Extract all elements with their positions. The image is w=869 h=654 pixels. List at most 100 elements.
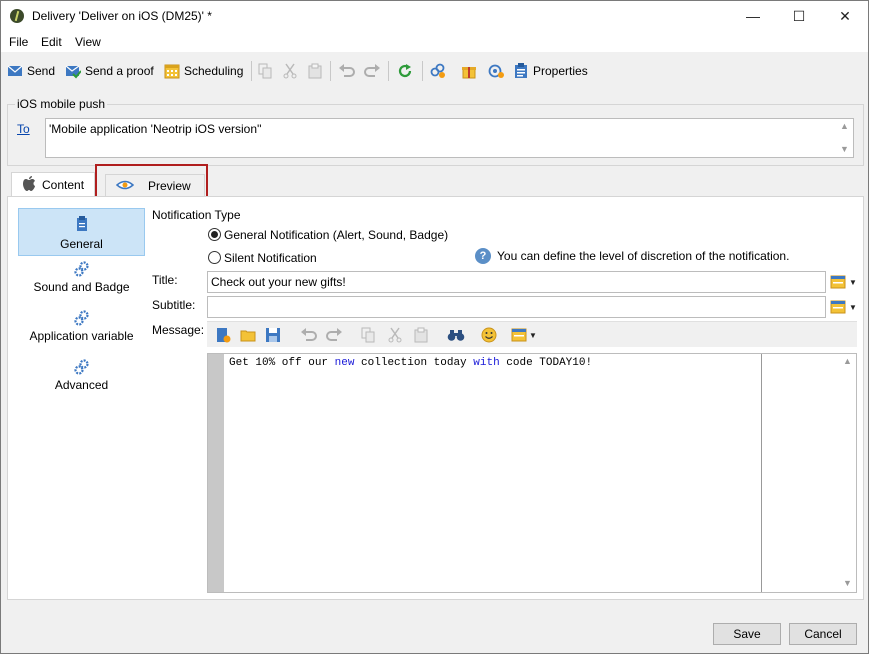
find-binoculars-icon[interactable] xyxy=(447,327,465,343)
scheduling-button[interactable]: Scheduling xyxy=(164,61,243,81)
app-logo-icon xyxy=(10,9,24,23)
message-keyword: with xyxy=(473,357,500,369)
apple-icon xyxy=(22,175,36,195)
silent-notification-label[interactable]: Silent Notification xyxy=(224,251,317,265)
to-field-scrollbar[interactable]: ▲ ▼ xyxy=(837,119,853,157)
general-notification-label[interactable]: General Notification (Alert, Sound, Badg… xyxy=(224,228,448,242)
message-keyword: new xyxy=(334,357,355,369)
sidebar-item-advanced[interactable]: Advanced xyxy=(18,359,145,399)
properties-button[interactable]: Properties xyxy=(513,61,588,81)
envelope-check-icon xyxy=(65,63,82,79)
toolbar-separator xyxy=(388,61,389,81)
tab-content-label: Content xyxy=(42,178,85,192)
silent-notification-radio[interactable] xyxy=(208,251,221,264)
clipboard-icon xyxy=(74,216,90,232)
cancel-button[interactable]: Cancel xyxy=(789,623,857,645)
tab-content[interactable]: Content xyxy=(11,172,96,197)
toolbar-separator xyxy=(251,61,252,81)
to-field[interactable]: 'Mobile application 'Neotrip iOS version… xyxy=(45,118,854,158)
subtitle-label: Subtitle: xyxy=(152,298,196,312)
editor-gutter xyxy=(208,354,224,592)
title-input[interactable]: Check out your new gifts! xyxy=(207,271,826,293)
sidebar-item-general[interactable]: General xyxy=(18,208,145,256)
menu-edit[interactable]: Edit xyxy=(41,35,62,49)
gift-icon[interactable] xyxy=(461,61,477,81)
toolbar-separator xyxy=(330,61,331,81)
message-text[interactable]: Get 10% off our new collection today wit… xyxy=(229,357,592,369)
chevron-down-icon[interactable]: ▼ xyxy=(849,303,857,312)
title-label: Title: xyxy=(152,273,178,287)
gears-icon xyxy=(73,261,90,277)
message-text-part: collection today xyxy=(354,357,474,369)
message-label: Message: xyxy=(152,323,205,337)
personalization-icon[interactable] xyxy=(830,299,846,315)
cut-icon[interactable] xyxy=(387,327,403,343)
main-toolbar: Send Send a proof Scheduling Properties xyxy=(1,58,868,84)
menu-view[interactable]: View xyxy=(75,35,101,49)
save-icon[interactable] xyxy=(265,327,281,343)
sidebar-item-label: Sound and Badge xyxy=(33,280,130,294)
sidebar-item-sound-badge[interactable]: Sound and Badge xyxy=(18,261,145,301)
recipients-group-label: iOS mobile push xyxy=(15,97,108,111)
help-text: You can define the level of discretion o… xyxy=(497,249,790,263)
to-value: 'Mobile application 'Neotrip iOS version… xyxy=(49,122,262,136)
cut-icon[interactable] xyxy=(282,61,298,81)
editor-margin-line xyxy=(761,354,762,592)
gears-icon xyxy=(73,359,90,375)
properties-label: Properties xyxy=(533,64,588,78)
save-button[interactable]: Save xyxy=(713,623,781,645)
sidebar-item-label: General xyxy=(60,237,103,251)
window-title: Delivery 'Deliver on iOS (DM25)' * xyxy=(32,9,212,23)
send-proof-button[interactable]: Send a proof xyxy=(65,61,154,81)
sidebar-item-application-variable[interactable]: Application variable xyxy=(18,310,145,350)
undo-icon[interactable] xyxy=(300,327,317,343)
delivery-window: Delivery 'Deliver on iOS (DM25)' * — ☐ ✕… xyxy=(0,0,869,654)
calendar-icon xyxy=(164,63,180,79)
link-icon[interactable] xyxy=(429,61,447,81)
paste-icon[interactable] xyxy=(307,61,323,81)
redo-icon[interactable] xyxy=(363,61,381,81)
scroll-up-icon[interactable]: ▲ xyxy=(840,121,849,131)
new-document-icon[interactable] xyxy=(215,327,231,343)
maximize-button[interactable]: ☐ xyxy=(776,1,822,32)
redo-icon[interactable] xyxy=(325,327,342,343)
scroll-down-icon[interactable]: ▼ xyxy=(843,578,852,588)
editor-scrollbar[interactable]: ▲ ▼ xyxy=(840,354,856,592)
emoji-icon[interactable] xyxy=(481,327,497,343)
title-bar: Delivery 'Deliver on iOS (DM25)' * — ☐ ✕ xyxy=(1,1,868,32)
message-editor[interactable]: Get 10% off our new collection today wit… xyxy=(207,353,857,593)
gears-icon xyxy=(73,310,90,326)
chevron-down-icon[interactable]: ▼ xyxy=(529,331,537,340)
sidebar-item-label: Advanced xyxy=(54,378,109,392)
general-notification-radio[interactable] xyxy=(208,228,221,241)
notification-type-label: Notification Type xyxy=(152,208,241,222)
envelope-icon xyxy=(7,63,23,79)
personalization-icon[interactable] xyxy=(830,274,846,290)
copy-icon[interactable] xyxy=(257,61,273,81)
editor-toolbar: ▼ xyxy=(207,321,857,347)
send-label: Send xyxy=(27,64,56,78)
sidebar-item-label: Application variable xyxy=(29,329,134,343)
undo-icon[interactable] xyxy=(338,61,356,81)
personalization-icon[interactable] xyxy=(511,327,527,343)
open-folder-icon[interactable] xyxy=(240,327,256,343)
toolbar-separator xyxy=(422,61,423,81)
to-link[interactable]: To xyxy=(17,122,30,136)
minimize-button[interactable]: — xyxy=(730,1,776,32)
chevron-down-icon[interactable]: ▼ xyxy=(849,278,857,287)
close-button[interactable]: ✕ xyxy=(822,1,868,32)
target-icon[interactable] xyxy=(488,61,506,81)
paste-icon[interactable] xyxy=(413,327,429,343)
scroll-up-icon[interactable]: ▲ xyxy=(843,356,852,366)
menu-bar: File Edit View xyxy=(1,32,868,52)
clipboard-icon xyxy=(513,63,529,79)
scheduling-label: Scheduling xyxy=(184,64,244,78)
refresh-icon[interactable] xyxy=(397,61,413,81)
copy-icon[interactable] xyxy=(360,327,376,343)
scroll-down-icon[interactable]: ▼ xyxy=(840,144,849,154)
message-text-part: code TODAY10! xyxy=(499,357,593,369)
preview-tab-highlight xyxy=(95,164,208,200)
menu-file[interactable]: File xyxy=(9,35,28,49)
send-button[interactable]: Send xyxy=(7,61,55,81)
subtitle-input[interactable] xyxy=(207,296,826,318)
